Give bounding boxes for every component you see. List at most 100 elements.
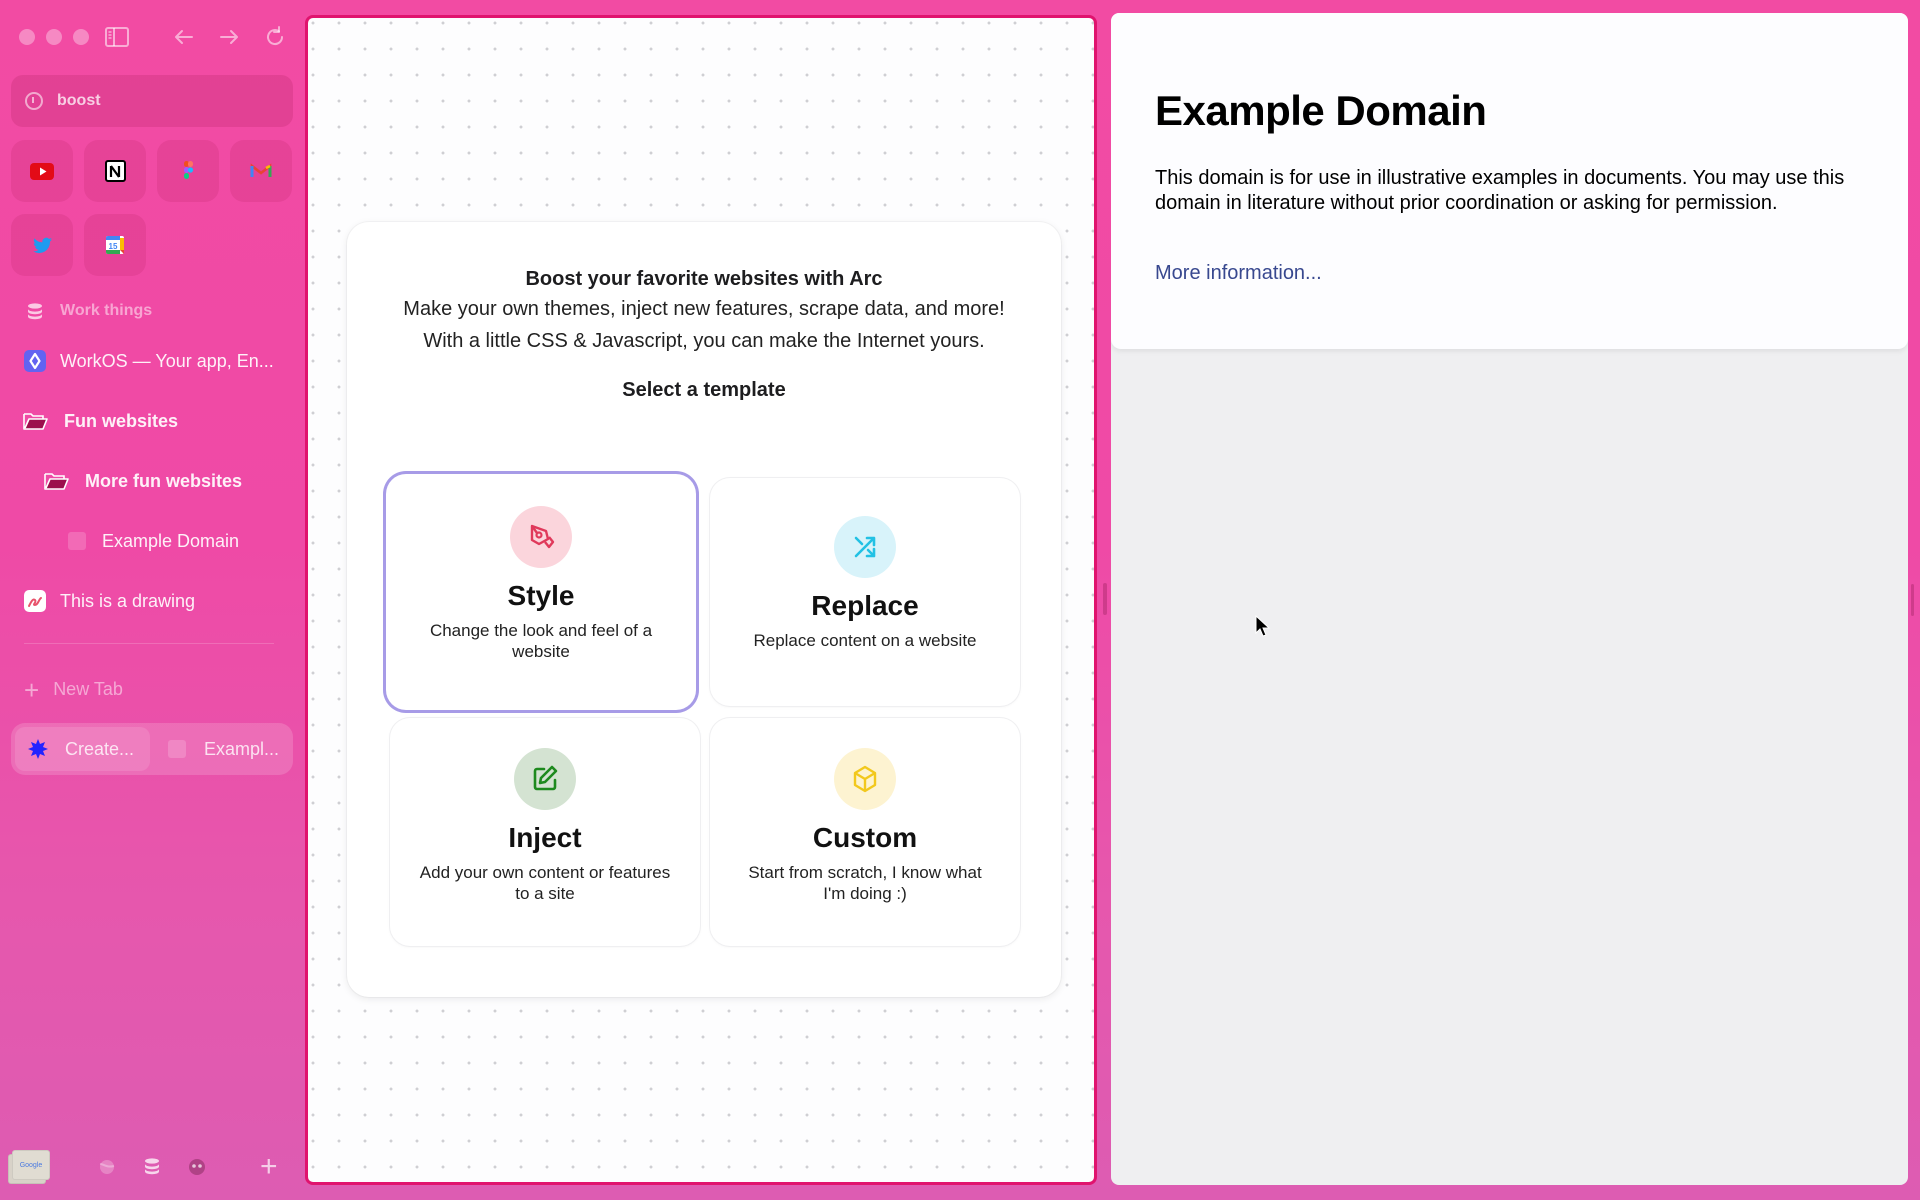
space-header-work-things[interactable]: Work things: [24, 300, 152, 322]
sidebar-divider: [24, 643, 274, 644]
svg-text:15: 15: [109, 242, 118, 251]
favorite-figma[interactable]: [157, 140, 219, 202]
boost-template-card: Boost your favorite websites with Arc Ma…: [347, 222, 1061, 997]
favorites-grid: 15: [11, 140, 292, 276]
template-description: Start from scratch, I know what I'm doin…: [748, 863, 982, 903]
new-tab-button[interactable]: + New Tab: [24, 674, 123, 705]
plus-icon: +: [24, 674, 40, 705]
reload-icon: [267, 26, 284, 46]
edit-square-icon: [533, 765, 558, 791]
window-edge-handle[interactable]: [1911, 584, 1914, 616]
template-description: Change the look and feel of a website: [429, 621, 653, 661]
favorite-google-calendar[interactable]: 15: [84, 214, 146, 276]
sidebar-tab-example-domain[interactable]: Example Domain: [66, 530, 239, 552]
sidebar-icon: [105, 27, 129, 47]
select-template-heading: Select a template: [622, 379, 786, 401]
sidebar: boost 15 Work things WorkOS — Your app, …: [0, 0, 300, 1200]
calendar-icon: 15: [106, 236, 124, 254]
arrow-right-icon: [220, 30, 238, 44]
sidebar-folder-fun-websites[interactable]: Fun websites: [22, 410, 178, 432]
reload-button[interactable]: [262, 24, 288, 50]
pen-nib-icon: [530, 524, 555, 549]
site-info-icon[interactable]: [25, 92, 43, 110]
twitter-icon: [33, 237, 52, 254]
template-name: Replace: [811, 590, 919, 621]
boost-title: Boost your favorite websites with Arc: [525, 268, 883, 290]
template-description: Add your own content or features to a si…: [419, 863, 671, 903]
forward-button[interactable]: [216, 24, 242, 50]
tab-label: Create...: [65, 738, 135, 759]
new-space-button[interactable]: +: [260, 1150, 278, 1184]
template-name: Style: [507, 580, 575, 611]
page-heading: Example Domain: [1155, 87, 1487, 134]
library-thumbnail: Google: [12, 1150, 50, 1180]
address-bar[interactable]: boost: [11, 75, 293, 127]
template-grid: Style Change the look and feel of a webs…: [386, 474, 1020, 950]
template-icon-circle: [514, 748, 576, 810]
space-switcher-pig-icon[interactable]: [186, 1156, 208, 1178]
gmail-icon: [250, 163, 272, 177]
favorite-youtube[interactable]: [11, 140, 73, 202]
favorite-gmail[interactable]: [230, 140, 292, 202]
split-tab-create[interactable]: Create...: [15, 727, 150, 771]
workos-icon: [24, 350, 46, 372]
folder-label: More fun websites: [85, 470, 243, 491]
page-body: This domain is for use in illustrative e…: [1155, 167, 1845, 214]
blank-page-icon: [66, 530, 88, 552]
maximize-window-button[interactable]: [73, 29, 89, 45]
favorite-twitter[interactable]: [11, 214, 73, 276]
more-information-link[interactable]: More information...: [1155, 262, 1322, 285]
space-switcher-globe-icon[interactable]: [96, 1156, 118, 1178]
template-replace[interactable]: Replace Replace content on a website: [710, 478, 1020, 706]
template-inject[interactable]: Inject Add your own content or features …: [390, 718, 700, 946]
arrow-left-icon: [175, 30, 193, 44]
close-window-button[interactable]: [19, 29, 35, 45]
cube-icon: [853, 765, 877, 793]
example-domain-content: Example Domain This domain is for use in…: [1111, 13, 1908, 349]
folder-open-icon: [43, 470, 71, 492]
shuffle-icon: [854, 536, 876, 558]
mouse-pointer-icon: [1255, 615, 1271, 637]
template-description: Replace content on a website: [753, 631, 977, 650]
folder-label: Fun websites: [64, 410, 179, 431]
youtube-icon: [30, 163, 54, 180]
sidebar-folder-more-fun-websites[interactable]: More fun websites: [43, 470, 242, 492]
boost-star-icon: [27, 738, 49, 760]
folder-open-icon: [22, 410, 50, 432]
example-domain-panel: Example Domain This domain is for use in…: [1111, 13, 1908, 1185]
library-button[interactable]: Google: [8, 1150, 50, 1184]
boost-description: Make your own themes, inject new feature…: [403, 298, 1005, 352]
blank-page-icon: [166, 738, 188, 760]
toggle-sidebar-button[interactable]: [104, 24, 130, 50]
template-style[interactable]: Style Change the look and feel of a webs…: [386, 474, 696, 710]
address-bar-text: boost: [57, 92, 101, 109]
sidebar-footer: Google +: [0, 1140, 300, 1190]
space-label: Work things: [60, 302, 153, 319]
template-name: Inject: [508, 822, 582, 853]
figma-icon: [184, 161, 194, 179]
favorite-notion[interactable]: [84, 140, 146, 202]
space-switcher-database-icon[interactable]: [141, 1156, 163, 1178]
tab-label: Example Domain: [102, 530, 240, 551]
sidebar-tab-drawing[interactable]: This is a drawing: [24, 590, 195, 612]
sidebar-tab-workos[interactable]: WorkOS — Your app, En...: [24, 350, 274, 372]
split-view-resize-handle[interactable]: [1103, 583, 1107, 615]
database-icon: [24, 300, 46, 322]
back-button[interactable]: [171, 24, 197, 50]
window-controls: [19, 29, 89, 45]
tab-label: WorkOS — Your app, En...: [60, 350, 274, 371]
notion-icon: [105, 160, 126, 182]
template-custom[interactable]: Custom Start from scratch, I know what I…: [710, 718, 1020, 946]
tab-label: Exampl...: [204, 738, 280, 759]
minimize-window-button[interactable]: [46, 29, 62, 45]
template-name: Custom: [812, 822, 918, 853]
template-icon-circle: [834, 516, 896, 578]
split-view-tab-group: Create... Exampl...: [11, 723, 293, 775]
plus-icon: +: [260, 1150, 278, 1183]
template-icon-circle: [510, 506, 572, 568]
split-tab-example[interactable]: Exampl...: [154, 727, 289, 771]
template-icon-circle: [834, 748, 896, 810]
tab-label: This is a drawing: [60, 590, 196, 611]
new-tab-label: New Tab: [53, 679, 123, 699]
drawing-icon: [24, 590, 46, 612]
